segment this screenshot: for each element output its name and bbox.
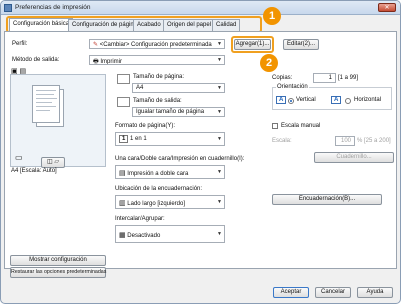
- output-size-icon: [117, 97, 130, 107]
- ok-button[interactable]: Aceptar: [273, 287, 309, 298]
- copies-input[interactable]: 1: [313, 73, 336, 83]
- scale-value: 100: [340, 138, 351, 144]
- page-size-value: A4: [136, 85, 144, 91]
- window-title: Preferencias de impresión: [15, 4, 91, 11]
- page-size-select[interactable]: A4 ▼: [132, 83, 225, 93]
- print-preferences-window: Preferencias de impresión ✕ Configuració…: [0, 0, 401, 304]
- duplex-icon: ▤: [119, 170, 126, 177]
- output-size-label: Tamaño de salida:: [133, 98, 182, 104]
- callout-2: 2: [260, 54, 278, 72]
- page-size-label: Tamaño de página:: [133, 74, 185, 80]
- scale-range: % [25 a 200]: [357, 138, 391, 144]
- duplex-label: Una cara/Doble cara/Impresión en cuadern…: [115, 156, 245, 162]
- landscape-icon: A: [331, 96, 342, 104]
- output-method-select[interactable]: 🖶 Imprimir ▼: [89, 55, 225, 65]
- close-button[interactable]: ✕: [378, 3, 396, 12]
- profile-value: <Cambiar> Configuración predeterminada: [99, 42, 212, 48]
- preview-toggle-buttons[interactable]: ◫ ▱: [41, 157, 65, 168]
- output-method-label: Método de salida:: [12, 57, 60, 63]
- collate-label: Intercalar/Agrupar:: [115, 216, 165, 222]
- output-size-select[interactable]: Igualar tamaño de página ▼: [132, 107, 225, 117]
- landscape-radio[interactable]: [345, 98, 351, 104]
- chevron-down-icon: ▼: [217, 41, 222, 47]
- help-button[interactable]: Ayuda: [357, 287, 393, 298]
- output-size-value: Igualar tamaño de página: [136, 109, 205, 115]
- portrait-label: Vertical: [296, 97, 316, 103]
- page-layout-select[interactable]: 1 1 en 1 ▼: [115, 132, 225, 146]
- page-layout-value: 1 en 1: [130, 136, 147, 142]
- collate-select[interactable]: ▦ Desactivado ▼: [115, 225, 225, 243]
- binding-icon: ▥: [119, 200, 126, 207]
- output-tray-icon: ▭: [15, 153, 23, 162]
- binding-label: Ubicación de la encuadernación:: [115, 186, 203, 192]
- duplex-value: Impresión a doble cara: [127, 171, 189, 177]
- page-size-icon: [117, 74, 130, 84]
- callout-1: 1: [263, 7, 281, 25]
- collate-value: Desactivado: [127, 233, 161, 239]
- show-settings-button[interactable]: Mostrar configuración: [10, 255, 106, 266]
- booklet-button[interactable]: Cuadernillo...: [314, 152, 394, 163]
- scale-label: Escala:: [272, 138, 292, 144]
- manual-scaling-label: Escala manual: [281, 123, 321, 129]
- duplex-select[interactable]: ▤ Impresión a doble cara ▼: [115, 165, 225, 179]
- page-layout-label: Formato de página(Y):: [115, 123, 176, 129]
- portrait-icon: A: [276, 96, 287, 104]
- binding-select[interactable]: ▥ Lado largo [izquierdo] ▼: [115, 195, 225, 209]
- add-button-highlight: [231, 36, 274, 53]
- preview-caption: A4 [Escala: Auto]: [11, 168, 57, 174]
- printer-small-icon: 🖶: [93, 59, 99, 65]
- profile-select[interactable]: ✎ <Cambiar> Configuración predeterminada…: [89, 39, 225, 49]
- printer-icon: [4, 4, 12, 12]
- title-bar: Preferencias de impresión ✕: [1, 1, 400, 15]
- copies-value: 1: [328, 75, 332, 81]
- chevron-down-icon: ▼: [217, 85, 222, 91]
- cancel-button[interactable]: Cancelar: [315, 287, 351, 298]
- chevron-down-icon: ▼: [217, 136, 222, 142]
- output-method-value: Imprimir: [100, 59, 123, 65]
- binding-button[interactable]: Encuadernación(B)...: [272, 194, 382, 205]
- copies-range: [1 a 99]: [338, 75, 359, 81]
- copies-label: Copias:: [272, 75, 293, 81]
- restore-defaults-button[interactable]: Restaurar las opciones predeterminadas: [10, 267, 106, 278]
- one-up-icon: 1: [119, 135, 129, 143]
- binding-value: Lado largo [izquierdo]: [127, 201, 186, 207]
- portrait-radio[interactable]: [288, 98, 294, 104]
- chevron-down-icon: ▼: [217, 109, 222, 115]
- chevron-down-icon: ▼: [217, 169, 222, 175]
- scale-input[interactable]: 100: [335, 136, 355, 146]
- preview-page-front: [32, 85, 60, 123]
- chevron-down-icon: ▼: [217, 57, 222, 63]
- manual-scaling-checkbox[interactable]: [272, 123, 278, 129]
- orientation-label: Orientación: [276, 84, 309, 90]
- chevron-down-icon: ▼: [217, 231, 222, 237]
- collate-icon: ▦: [119, 232, 126, 239]
- profile-label: Perfil:: [12, 41, 28, 47]
- pencil-icon: ✎: [93, 42, 99, 48]
- landscape-label: Horizontal: [354, 97, 382, 103]
- chevron-down-icon: ▼: [217, 199, 222, 205]
- edit-profile-button[interactable]: Editar(2)...: [283, 39, 319, 50]
